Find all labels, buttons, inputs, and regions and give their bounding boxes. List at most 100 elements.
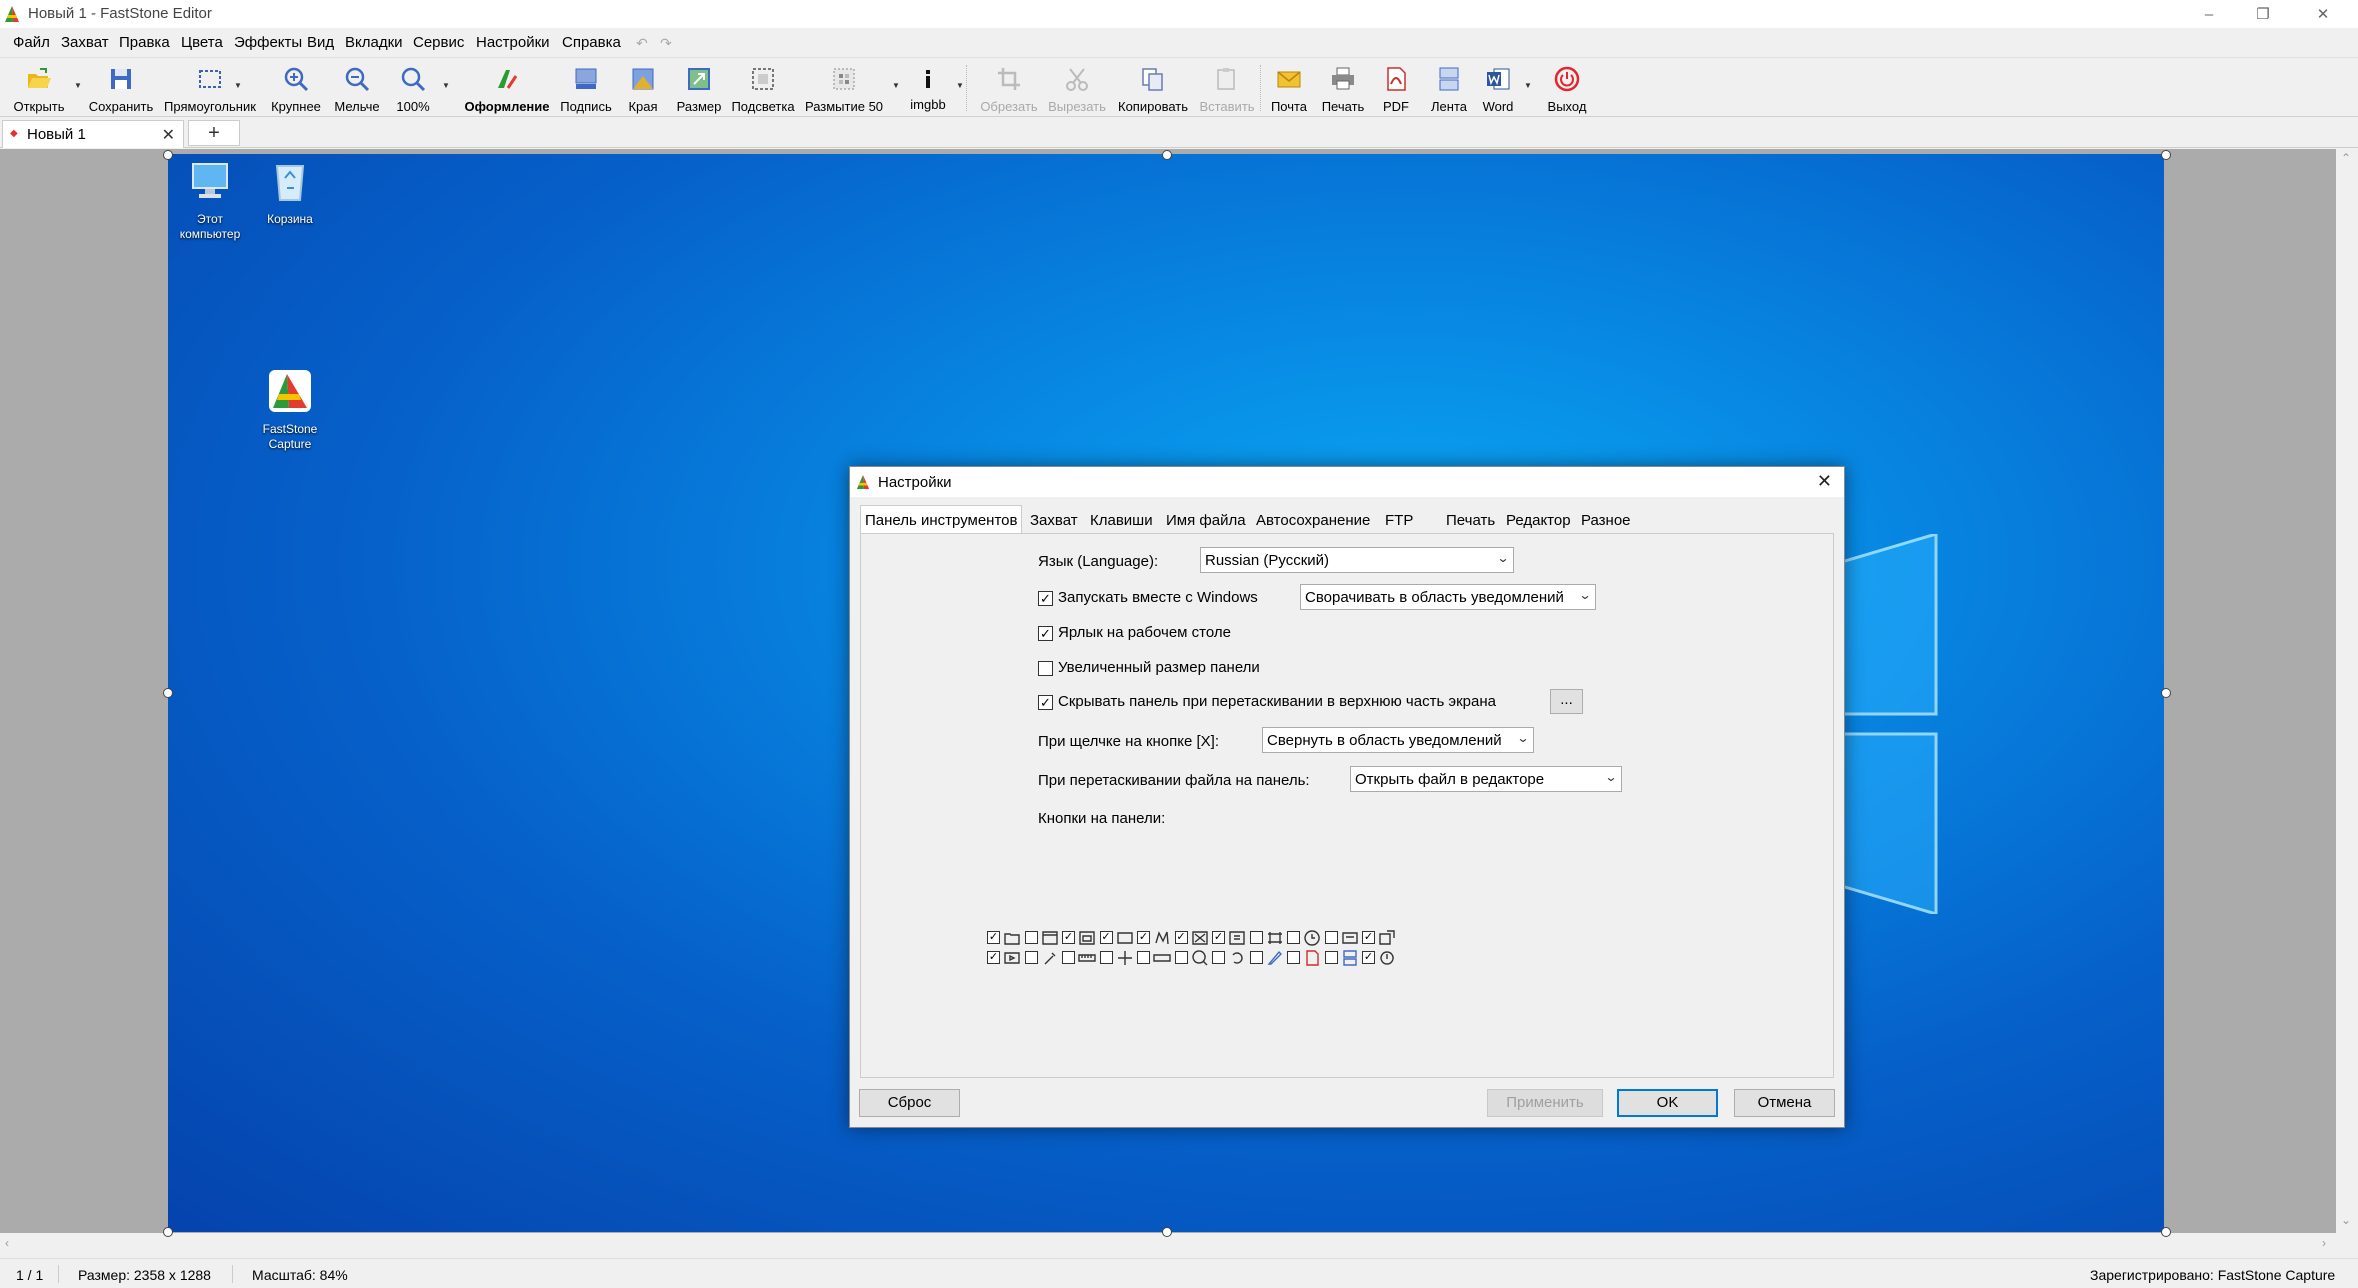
dialog-close-icon[interactable]: ✕ bbox=[1817, 471, 1832, 492]
large-panel-checkbox[interactable] bbox=[1038, 661, 1053, 676]
panel-button-checkbox[interactable] bbox=[1062, 951, 1075, 964]
copy-button[interactable]: Копировать bbox=[1114, 63, 1192, 115]
tab-ftp[interactable]: FTP bbox=[1381, 509, 1417, 533]
resize-handle-right[interactable] bbox=[2161, 688, 2171, 698]
panel-button-checkbox[interactable] bbox=[1099, 951, 1113, 964]
imgbb-button[interactable]: imgbb bbox=[904, 63, 952, 115]
zoom-dropdown-icon[interactable]: ▼ bbox=[442, 81, 450, 90]
panel-button-checkbox[interactable]: ✓ bbox=[1174, 931, 1188, 944]
panel-button-checkbox[interactable]: ✓ bbox=[1362, 951, 1375, 964]
desktop-shortcut-checkbox[interactable]: ✓ bbox=[1038, 626, 1053, 641]
tab-misc[interactable]: Разное bbox=[1577, 509, 1635, 533]
zoom-100-button[interactable]: 100% bbox=[388, 63, 438, 115]
menu-view[interactable]: Вид bbox=[307, 34, 334, 51]
scroll-up-icon[interactable]: ⌃ bbox=[2341, 151, 2351, 165]
spotlight-button[interactable]: Подсветка bbox=[730, 63, 796, 115]
tab-autosave[interactable]: Автосохранение bbox=[1252, 509, 1374, 533]
word-button[interactable]: Word bbox=[1474, 63, 1522, 115]
blur-button[interactable]: Размытие 50 bbox=[800, 63, 888, 115]
resize-handle-left[interactable] bbox=[163, 688, 173, 698]
tab-editor[interactable]: Редактор bbox=[1502, 509, 1575, 533]
menu-help[interactable]: Справка bbox=[562, 34, 621, 51]
menu-service[interactable]: Сервис bbox=[413, 34, 464, 51]
tab-hotkeys[interactable]: Клавиши bbox=[1086, 509, 1157, 533]
crop-button[interactable]: Обрезать bbox=[972, 63, 1046, 115]
resize-handle-bottom-right[interactable] bbox=[2161, 1227, 2171, 1237]
resize-handle-top-left[interactable] bbox=[163, 150, 173, 160]
resize-handle-top-right[interactable] bbox=[2161, 150, 2171, 160]
exit-button[interactable]: Выход bbox=[1540, 63, 1594, 115]
drag-file-select[interactable]: Открыть файл в редакторе ⌄ bbox=[1350, 766, 1622, 792]
panel-button-checkbox[interactable]: ✓ bbox=[1362, 931, 1375, 944]
menu-edit[interactable]: Правка bbox=[119, 34, 170, 51]
menu-capture[interactable]: Захват bbox=[61, 34, 109, 51]
tab-capture[interactable]: Захват bbox=[1026, 509, 1082, 533]
panel-button-checkbox[interactable]: ✓ bbox=[1137, 931, 1150, 944]
new-tab-button[interactable]: + bbox=[188, 120, 240, 146]
tab-filename[interactable]: Имя файла bbox=[1162, 509, 1250, 533]
redo-icon[interactable]: ↷ bbox=[660, 35, 672, 52]
panel-button-checkbox[interactable] bbox=[1212, 951, 1225, 964]
save-button[interactable]: Сохранить bbox=[86, 63, 156, 115]
scroll-down-icon[interactable]: ⌄ bbox=[2341, 1213, 2351, 1227]
print-button[interactable]: Печать bbox=[1316, 63, 1370, 115]
scroll-left-icon[interactable]: ‹ bbox=[5, 1236, 9, 1250]
captured-image[interactable]: Этот компьютер Корзина FastStone Capture… bbox=[168, 154, 2164, 1232]
mail-button[interactable]: Почта bbox=[1264, 63, 1314, 115]
panel-button-checkbox[interactable]: ✓ bbox=[1099, 931, 1113, 944]
panel-button-checkbox[interactable] bbox=[1137, 951, 1150, 964]
startup-mode-select[interactable]: Сворачивать в область уведомлений ⌄ bbox=[1300, 584, 1596, 610]
blur-dropdown-icon[interactable]: ▼ bbox=[892, 81, 900, 90]
imgbb-dropdown-icon[interactable]: ▼ bbox=[956, 81, 964, 90]
menu-file[interactable]: Файл bbox=[13, 34, 50, 51]
pdf-button[interactable]: PDF bbox=[1372, 63, 1420, 115]
tab-toolbar[interactable]: Панель инструментов bbox=[860, 505, 1023, 534]
startup-checkbox[interactable]: ✓ bbox=[1038, 591, 1053, 606]
menu-tabs[interactable]: Вкладки bbox=[345, 34, 403, 51]
panel-button-checkbox[interactable] bbox=[1024, 951, 1038, 964]
paste-button[interactable]: Вставить bbox=[1196, 63, 1258, 115]
zoom-out-button[interactable]: Мельче bbox=[328, 63, 386, 115]
desktop-icon-faststone[interactable]: FastStone Capture bbox=[255, 368, 325, 452]
panel-button-checkbox[interactable] bbox=[1287, 931, 1300, 944]
menu-colors[interactable]: Цвета bbox=[181, 34, 223, 51]
word-dropdown-icon[interactable]: ▼ bbox=[1524, 81, 1532, 90]
panel-button-checkbox[interactable] bbox=[1249, 951, 1263, 964]
close-x-select[interactable]: Свернуть в область уведомлений ⌄ bbox=[1262, 727, 1534, 753]
close-tab-icon[interactable]: ✕ bbox=[162, 125, 175, 145]
panel-button-checkbox[interactable] bbox=[1324, 931, 1338, 944]
panel-button-checkbox[interactable] bbox=[1287, 951, 1300, 964]
caption-button[interactable]: Подпись bbox=[556, 63, 616, 115]
panel-button-checkbox[interactable] bbox=[1024, 931, 1038, 944]
resize-handle-bottom-left[interactable] bbox=[163, 1227, 173, 1237]
open-dropdown-icon[interactable]: ▼ bbox=[74, 81, 82, 90]
tab-print[interactable]: Печать bbox=[1442, 509, 1499, 533]
panel-button-checkbox[interactable] bbox=[1249, 931, 1263, 944]
rectangle-button[interactable]: Прямоугольник bbox=[162, 63, 258, 115]
vertical-scrollbar[interactable]: ⌃ ⌄ bbox=[2336, 149, 2358, 1233]
undo-icon[interactable]: ↶ bbox=[636, 35, 648, 52]
hide-panel-options-button[interactable]: ... bbox=[1550, 689, 1583, 714]
ribbon-button[interactable]: Лента bbox=[1422, 63, 1476, 115]
apply-button[interactable]: Применить bbox=[1487, 1089, 1603, 1117]
panel-button-checkbox[interactable] bbox=[1324, 951, 1338, 964]
edges-button[interactable]: Края bbox=[618, 63, 668, 115]
panel-button-checkbox[interactable]: ✓ bbox=[1212, 931, 1225, 944]
panel-button-checkbox[interactable]: ✓ bbox=[1062, 931, 1075, 944]
panel-button-checkbox[interactable] bbox=[1174, 951, 1188, 964]
document-tab[interactable]: ◆ Новый 1 ✕ bbox=[2, 120, 184, 148]
resize-handle-top[interactable] bbox=[1162, 150, 1172, 160]
desktop-icon-computer[interactable]: Этот компьютер bbox=[175, 158, 245, 242]
cancel-button[interactable]: Отмена bbox=[1734, 1089, 1835, 1117]
open-button[interactable]: Открыть bbox=[4, 63, 74, 115]
resize-button[interactable]: Размер bbox=[670, 63, 728, 115]
minimize-button[interactable]: – bbox=[2186, 0, 2232, 28]
maximize-button[interactable]: ❐ bbox=[2240, 0, 2286, 28]
reset-button[interactable]: Сброс bbox=[859, 1089, 960, 1117]
zoom-in-button[interactable]: Крупнее bbox=[266, 63, 326, 115]
language-select[interactable]: Russian (Русский) ⌄ bbox=[1200, 547, 1514, 573]
panel-button-checkbox[interactable]: ✓ bbox=[987, 951, 1000, 964]
decor-button[interactable]: Оформление bbox=[460, 63, 554, 115]
hide-panel-checkbox[interactable]: ✓ bbox=[1038, 695, 1053, 710]
scroll-right-icon[interactable]: › bbox=[2322, 1236, 2326, 1250]
